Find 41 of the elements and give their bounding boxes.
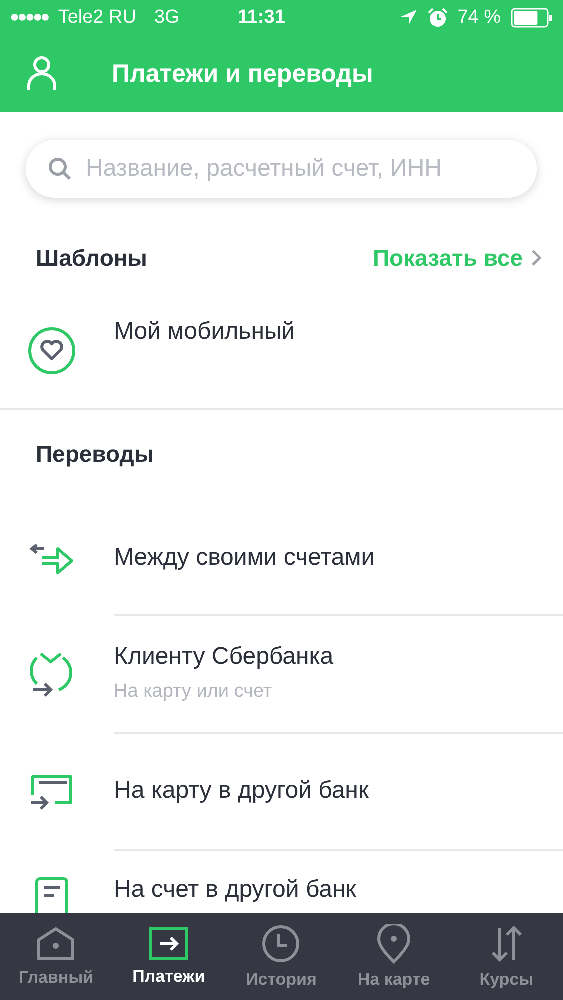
tab-bar-item[interactable]: Платежи [112, 913, 226, 1000]
tab-bar-item[interactable]: На карте [338, 913, 450, 1000]
item-label: На карту в другой банк [114, 776, 370, 804]
item-label: На счет в другой банк [114, 876, 358, 904]
chevron-icon [531, 249, 543, 267]
user-icon[interactable] [26, 56, 58, 92]
clock-icon [261, 924, 302, 964]
item-sublabel: На карту или счет [114, 681, 274, 703]
signal-dots: ●●●●● [10, 9, 48, 27]
section-title: Переводы [36, 440, 154, 468]
heart-circle-icon [27, 326, 77, 376]
transfer-item[interactable]: Клиенту Сбербанка На карту или счет [0, 615, 563, 733]
network-type: 3G [154, 7, 180, 29]
location-arrow-icon [400, 9, 418, 27]
transfer-item[interactable]: На карту в другой банк [0, 733, 563, 850]
battery-icon [511, 8, 553, 28]
clock-time: 11:31 [238, 7, 286, 29]
item-label: Клиенту Сбербанка [114, 643, 335, 671]
section-title: Шаблоны [36, 244, 148, 272]
alarm-clock-icon [428, 8, 448, 28]
document-icon [34, 876, 70, 913]
bank-logo-icon [29, 650, 75, 698]
tab-bar-item[interactable]: Курсы [450, 913, 563, 1000]
screen-title: Платежи и переводы [112, 60, 374, 88]
carrier-name: Tele2 RU [58, 7, 136, 29]
arrow-square-icon [148, 926, 189, 960]
home-icon [36, 926, 76, 962]
tab-bar-item[interactable]: Главный [0, 913, 113, 1000]
transfer-item[interactable]: Между своими счетами [0, 503, 563, 615]
transfer-item[interactable]: На счет в другой банк [0, 850, 563, 912]
tab-bar-item[interactable]: История [225, 913, 338, 1000]
transfer-arrows-icon [28, 543, 76, 575]
item-label: Между своими счетами [114, 544, 376, 572]
search-field[interactable]: Название, расчетный счет, ИНН [84, 154, 515, 184]
card-transfer-icon [29, 772, 75, 810]
template-item[interactable]: Мой мобильный [0, 278, 563, 408]
search-icon [48, 157, 72, 181]
item-label: Мой мобильный [114, 318, 296, 346]
up-down-arrows-icon [490, 924, 524, 964]
map-pin-icon [376, 924, 412, 964]
battery-percent: 74 % [458, 7, 501, 29]
